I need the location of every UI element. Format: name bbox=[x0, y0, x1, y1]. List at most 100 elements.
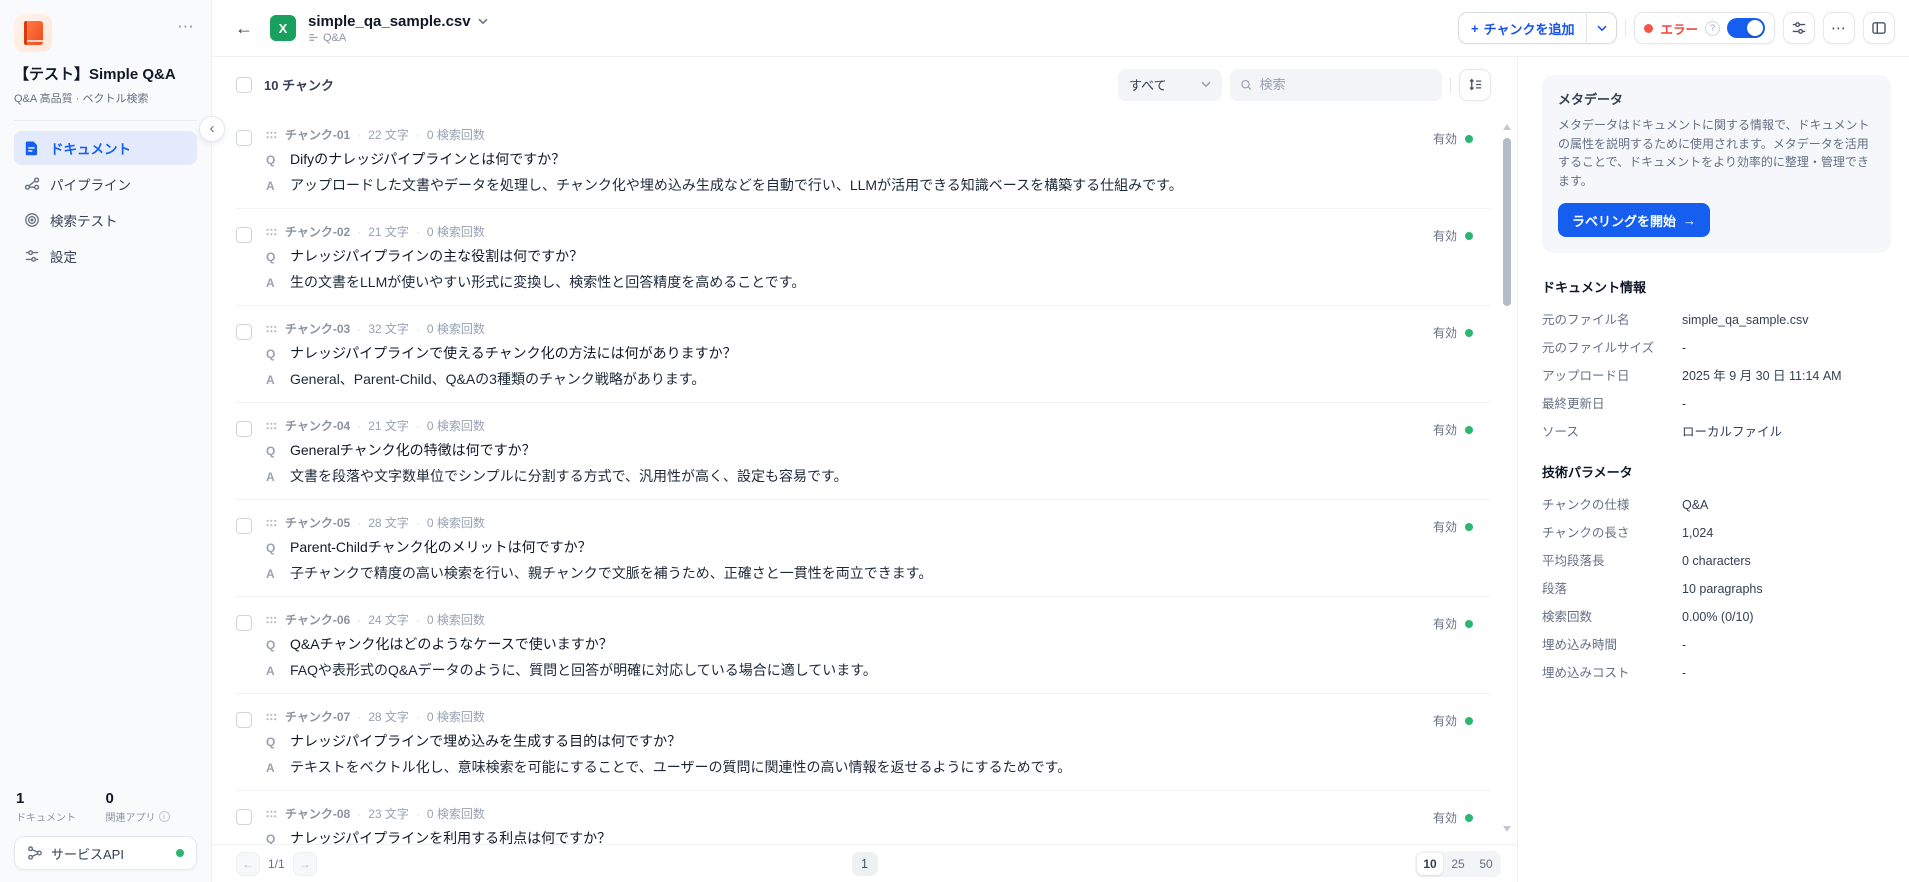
toggle-panel-button[interactable] bbox=[1863, 12, 1895, 44]
chunk-toolbar: 10 チャンク すべて bbox=[212, 57, 1517, 112]
book-icon bbox=[24, 21, 43, 45]
chunk-card[interactable]: チャンク-01 · 22 文字 · 0 検索回数 QDifyのナレッジパイプライ… bbox=[266, 127, 1419, 196]
scroll-up-arrow[interactable] bbox=[1503, 124, 1511, 130]
document-status-control: エラー ? bbox=[1634, 12, 1775, 44]
sidebar-item-settings[interactable]: 設定 bbox=[14, 239, 197, 273]
chunk-checkbox[interactable] bbox=[236, 712, 252, 728]
answer-label: A bbox=[266, 369, 280, 390]
document-detail-panel: メタデータ メタデータはドキュメントに関する情報で、ドキュメントの属性を説明する… bbox=[1517, 57, 1909, 882]
chunk-card[interactable]: チャンク-02 · 21 文字 · 0 検索回数 Qナレッジパイプラインの主な役… bbox=[266, 224, 1419, 293]
sliders-icon bbox=[1791, 20, 1807, 36]
chunk-mode-badge: Q&A bbox=[308, 32, 488, 44]
error-status-dot bbox=[1644, 24, 1653, 33]
info-value: - bbox=[1682, 396, 1686, 412]
prev-page-button[interactable]: ← bbox=[236, 852, 260, 876]
csv-file-icon: X bbox=[270, 15, 296, 41]
info-value: - bbox=[1682, 340, 1686, 356]
chunk-checkbox[interactable] bbox=[236, 518, 252, 534]
page-size-10[interactable]: 10 bbox=[1417, 853, 1443, 875]
info-value: - bbox=[1682, 665, 1686, 681]
info-row: 平均段落長 0 characters bbox=[1542, 553, 1891, 569]
sidebar-item-retrieval-test[interactable]: 検索テスト bbox=[14, 203, 197, 237]
sidebar-item-pipeline[interactable]: パイプライン bbox=[14, 167, 197, 201]
linked-apps-count: 0 bbox=[106, 790, 196, 807]
chunk-card[interactable]: チャンク-06 · 24 文字 · 0 検索回数 QQ&Aチャンク化はどのような… bbox=[266, 612, 1419, 681]
page-size-50[interactable]: 50 bbox=[1473, 853, 1499, 875]
info-row: 埋め込み時間 - bbox=[1542, 637, 1891, 653]
chunk-card[interactable]: チャンク-05 · 28 文字 · 0 検索回数 QParent-Childチャ… bbox=[266, 515, 1419, 584]
info-value: 10 paragraphs bbox=[1682, 581, 1763, 597]
chunk-id: チャンク-01 bbox=[285, 127, 350, 143]
arrow-right-icon: → bbox=[1683, 213, 1696, 228]
sidebar-item-documents[interactable]: ドキュメント bbox=[14, 131, 197, 165]
scroll-down-arrow[interactable] bbox=[1503, 826, 1511, 832]
sidebar-collapse-button[interactable]: ‹ bbox=[199, 116, 225, 142]
grid-dots-icon bbox=[266, 129, 278, 141]
chunk-char-count: 28 文字 bbox=[368, 709, 409, 725]
documents-count: 1 bbox=[16, 790, 106, 807]
info-value: Q&A bbox=[1682, 497, 1708, 513]
answer-label: A bbox=[266, 466, 280, 487]
question-label: Q bbox=[266, 246, 280, 267]
chunk-char-count: 23 文字 bbox=[368, 806, 409, 822]
status-filter-select[interactable]: すべて bbox=[1118, 69, 1222, 101]
back-button[interactable]: ← bbox=[230, 14, 258, 42]
display-order-button[interactable] bbox=[1459, 69, 1491, 101]
question-label: Q bbox=[266, 828, 280, 844]
help-icon[interactable]: ? bbox=[1705, 21, 1720, 36]
chunk-card[interactable]: チャンク-03 · 32 文字 · 0 検索回数 Qナレッジパイプラインで使える… bbox=[266, 321, 1419, 390]
info-row: チャンクの長さ 1,024 bbox=[1542, 525, 1891, 541]
question-text: Parent-Childチャンク化のメリットは何ですか？ bbox=[290, 537, 592, 558]
chunk-checkbox[interactable] bbox=[236, 809, 252, 825]
chunk-row: チャンク-06 · 24 文字 · 0 検索回数 QQ&Aチャンク化はどのような… bbox=[236, 597, 1491, 694]
chunk-checkbox[interactable] bbox=[236, 615, 252, 631]
page-size-25[interactable]: 25 bbox=[1445, 853, 1471, 875]
doc-info-rows: 元のファイル名 simple_qa_sample.csv 元のファイルサイズ -… bbox=[1542, 312, 1891, 440]
chunk-row: チャンク-04 · 21 文字 · 0 検索回数 QGeneralチャンク化の特… bbox=[236, 403, 1491, 500]
chunk-checkbox[interactable] bbox=[236, 130, 252, 146]
chunk-char-count: 21 文字 bbox=[368, 418, 409, 434]
answer-label: A bbox=[266, 660, 280, 681]
chunk-checkbox[interactable] bbox=[236, 324, 252, 340]
current-page-button[interactable]: 1 bbox=[852, 852, 878, 876]
chunk-settings-button[interactable] bbox=[1783, 12, 1815, 44]
chunk-checkbox[interactable] bbox=[236, 227, 252, 243]
chunk-status-dot bbox=[1465, 814, 1473, 822]
chunk-status-dot bbox=[1465, 717, 1473, 725]
chunk-row: チャンク-03 · 32 文字 · 0 検索回数 Qナレッジパイプラインで使える… bbox=[236, 306, 1491, 403]
more-actions-button[interactable]: ⋯ bbox=[1823, 12, 1855, 44]
grid-dots-icon bbox=[266, 420, 278, 432]
chunk-row: チャンク-07 · 28 文字 · 0 検索回数 Qナレッジパイプラインで埋め込… bbox=[236, 694, 1491, 791]
service-api-button[interactable]: サービスAPI bbox=[14, 836, 197, 870]
chunk-id: チャンク-05 bbox=[285, 515, 350, 531]
chunk-status-label: 有効 bbox=[1433, 324, 1457, 341]
info-label: チャンクの長さ bbox=[1542, 525, 1682, 541]
chunk-count: 10 チャンク bbox=[264, 75, 334, 94]
chunk-card[interactable]: チャンク-08 · 23 文字 · 0 検索回数 Qナレッジパイプラインを利用す… bbox=[266, 806, 1419, 844]
search-input[interactable] bbox=[1260, 77, 1432, 92]
question-text: ナレッジパイプラインを利用する利点は何ですか？ bbox=[290, 828, 611, 844]
start-labeling-button[interactable]: ラベリングを開始 → bbox=[1558, 203, 1710, 237]
chunk-card[interactable]: チャンク-07 · 28 文字 · 0 検索回数 Qナレッジパイプラインで埋め込… bbox=[266, 709, 1419, 778]
chunk-id: チャンク-03 bbox=[285, 321, 350, 337]
select-all-checkbox[interactable] bbox=[236, 77, 252, 93]
file-name-dropdown[interactable]: simple_qa_sample.csv bbox=[308, 13, 488, 30]
info-row: 検索回数 0.00% (0/10) bbox=[1542, 609, 1891, 625]
info-icon: i bbox=[159, 811, 170, 822]
scrollbar-thumb[interactable] bbox=[1503, 138, 1511, 306]
question-label: Q bbox=[266, 731, 280, 752]
chunk-checkbox[interactable] bbox=[236, 421, 252, 437]
info-label: アップロード日 bbox=[1542, 368, 1682, 384]
chunk-id: チャンク-02 bbox=[285, 224, 350, 240]
next-page-button[interactable]: → bbox=[293, 852, 317, 876]
add-chunk-button[interactable]: + チャンクを追加 bbox=[1459, 13, 1586, 43]
error-status-label: エラー bbox=[1660, 19, 1698, 38]
grid-dots-icon bbox=[266, 323, 278, 335]
info-label: 元のファイルサイズ bbox=[1542, 340, 1682, 356]
knowledge-title: 【テスト】Simple Q&A bbox=[14, 63, 197, 84]
add-chunk-caret[interactable] bbox=[1586, 13, 1616, 43]
document-enable-toggle[interactable] bbox=[1727, 18, 1765, 38]
more-icon[interactable]: ⋯ bbox=[175, 14, 197, 39]
chunk-card[interactable]: チャンク-04 · 21 文字 · 0 検索回数 QGeneralチャンク化の特… bbox=[266, 418, 1419, 487]
api-status-dot bbox=[176, 849, 184, 857]
